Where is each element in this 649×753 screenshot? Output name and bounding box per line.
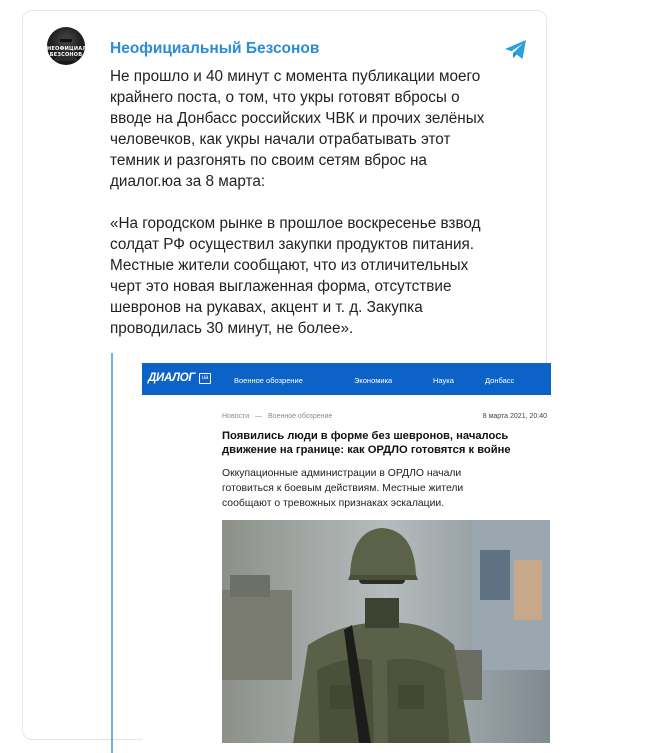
article-date: 8 марта 2021, 20:40 — [482, 413, 547, 420]
nav-item-science: Наука — [433, 376, 454, 385]
site-logo: ДИАЛОГ — [148, 372, 196, 384]
nav-item-military: Военное обозрение — [234, 376, 303, 385]
site-logo-badge: ua — [199, 373, 211, 384]
attached-screenshot[interactable]: ДИАЛОГ ua Военное обозрение Экономика На… — [142, 363, 551, 743]
nav-item-donbass: Донбасс — [485, 376, 515, 385]
site-header: ДИАЛОГ ua Военное обозрение Экономика На… — [142, 363, 551, 395]
post-body: Не прошло и 40 минут с момента публикаци… — [110, 66, 530, 339]
breadcrumb-section: Военное обозрение — [268, 413, 333, 420]
telegram-plane-icon[interactable] — [504, 39, 528, 61]
media-quote-bar — [111, 353, 113, 753]
soldier-photo — [222, 520, 550, 743]
telegram-post-card: НЕОФИЦИАЛЬНЫЙ БЕЗСОНОВ Неофициальный Без… — [22, 10, 551, 753]
breadcrumb: Новости — Военное обозрение — [222, 413, 332, 420]
channel-avatar[interactable]: НЕОФИЦИАЛЬНЫЙ БЕЗСОНОВ — [47, 27, 85, 65]
avatar-caption: НЕОФИЦИАЛЬНЫЙ БЕЗСОНОВ — [47, 46, 85, 58]
nav-item-economy: Экономика — [354, 376, 393, 385]
post-paragraph-1: Не прошло и 40 минут с момента публикаци… — [110, 68, 485, 190]
article-title: Появились люди в форме без шевронов, нач… — [222, 430, 511, 456]
channel-name-link[interactable]: Неофициальный Безсонов — [110, 40, 319, 58]
breadcrumb-separator: — — [255, 413, 263, 420]
post-paragraph-2: «На городском рынке в прошлое воскресень… — [110, 215, 481, 337]
breadcrumb-news: Новости — [222, 413, 250, 420]
article-lead: Оккупационные администрации в ОРДЛО нача… — [222, 468, 464, 509]
